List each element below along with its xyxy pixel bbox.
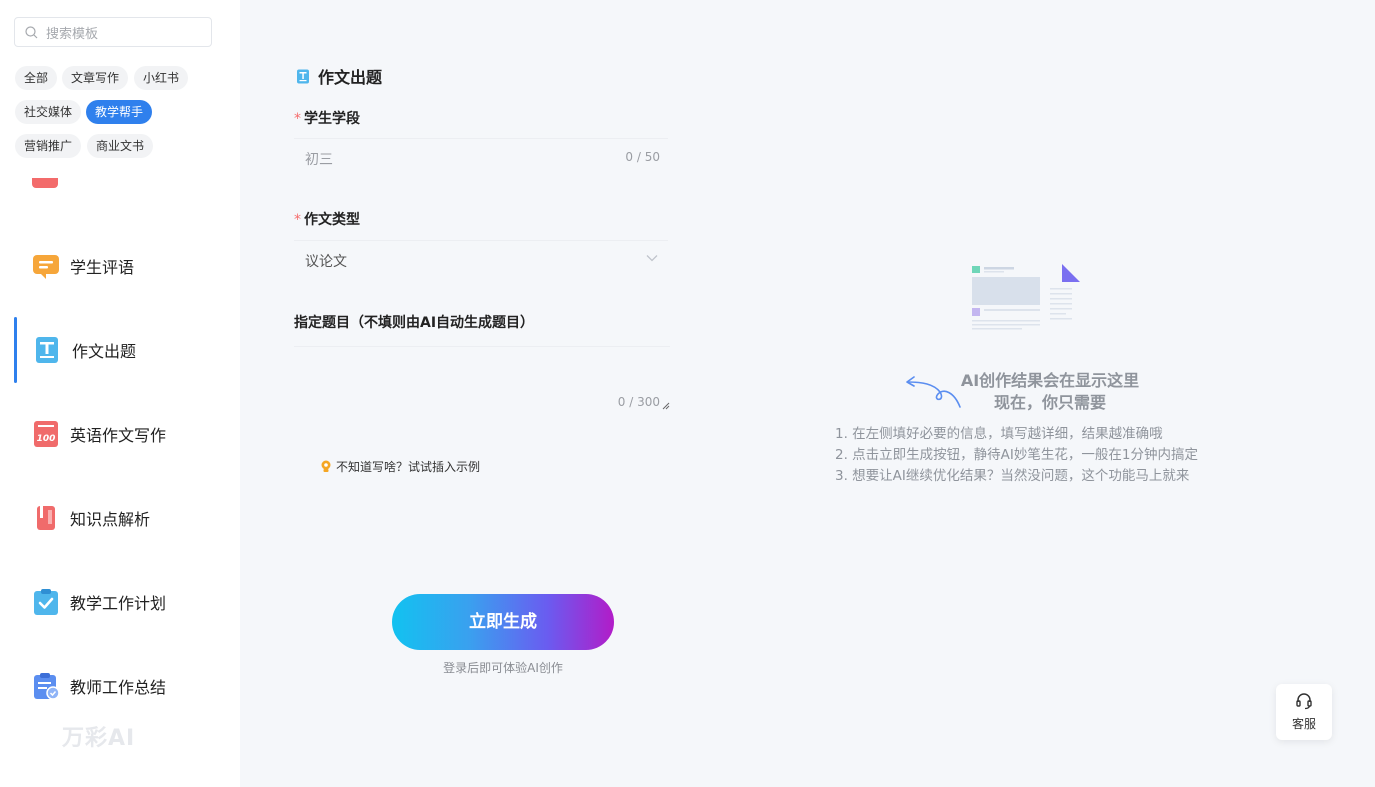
tag-article-writing[interactable]: 文章写作 [62,66,129,90]
tag-business-docs[interactable]: 商业文书 [87,134,154,158]
service-label: 客服 [1291,717,1316,731]
app-window: 搜索模板 全部 文章写作 小红书 社交媒体 教学帮手 营销推广 商业文书 学生评… [0,0,1375,787]
stage-char-count: 0 / 50 [625,150,660,164]
notebook-icon [37,506,55,530]
active-indicator [14,317,17,383]
chevron-down-icon [646,255,658,262]
tool-english-essay[interactable]: 100 英语作文写作 [0,404,240,464]
topic-label: 指定题目（不填则由AI自动生成题目） [294,315,535,331]
headset-icon [1296,693,1312,710]
insert-example-text: 不知道写啥？试试插入示例 [336,460,481,474]
tip-item: 3. 想要让AI继续优化结果？当然没问题，这个功能马上就来 [835,468,1190,484]
login-tip: 登录后即可体验AI创作 [443,661,563,675]
tool-label: 作文出题 [72,342,137,361]
form-title: 作文出题 [296,64,382,88]
search-input[interactable]: 搜索模板 [14,17,212,47]
result-title-line2: 现在，你只需要 [993,393,1106,412]
tool-essay-topic[interactable]: 作文出题 [0,317,240,383]
topic-textarea[interactable]: 0 / 300 [294,346,670,412]
essay-icon [36,337,58,363]
lightbulb-icon [321,460,331,472]
result-title-line1: AI创作结果会在显示这里 [960,371,1140,390]
search-placeholder: 搜索模板 [46,26,99,42]
tool-teaching-plan[interactable]: 教学工作计划 [0,572,240,632]
result-panel [696,24,1356,714]
result-tips: 1. 在左侧填好必要的信息，填写越详细，结果越准确哦 2. 点击立即生成按钮，静… [835,424,1198,487]
essay-icon [297,69,309,83]
form-title-text: 作文出题 [318,68,383,87]
summary-icon [34,673,60,700]
tag-marketing[interactable]: 营销推广 [15,134,82,158]
tool-knowledge-analysis[interactable]: 知识点解析 [0,488,240,548]
tag-xiaohongshu[interactable]: 小红书 [134,66,189,90]
stage-label-text: 学生学段 [304,111,360,127]
customer-service-button[interactable]: 客服 [1276,684,1332,740]
search-icon [25,25,38,38]
partial-icon [32,178,58,188]
type-select[interactable]: 议论文 [294,240,668,278]
generate-button[interactable]: 立即生成 [392,594,614,650]
tool-student-comment[interactable]: 学生评语 [0,236,240,296]
tip-item: 2. 点击立即生成按钮，静待AI妙笔生花，一般在1分钟内搞定 [835,447,1198,463]
required-mark: * [294,212,301,228]
brand-logo: 万彩AI [62,726,136,751]
template-sidebar: 搜索模板 全部 文章写作 小红书 社交媒体 教学帮手 营销推广 商业文书 学生评… [0,0,240,787]
type-label-text: 作文类型 [304,212,360,228]
tool-label: 学生评语 [70,258,135,277]
tool-label: 英语作文写作 [70,426,167,445]
tool-label: 教学工作计划 [70,594,167,613]
tool-label: 教师工作总结 [70,678,167,697]
required-mark: * [294,111,301,127]
stage-placeholder: 初三 [305,152,333,168]
document-illustration [972,264,1080,330]
type-select-value: 议论文 [305,254,347,270]
tool-label: 知识点解析 [70,510,151,529]
tag-teaching-helper[interactable]: 教学帮手 [86,100,153,124]
result-placeholder-title: AI创作结果会在显示这里 现在，你只需要 [940,370,1160,414]
tag-social-media[interactable]: 社交媒体 [15,100,82,124]
comment-icon [33,255,59,279]
score-100-icon: 100 [34,421,58,447]
insert-example-link[interactable]: 不知道写啥？试试插入示例 [320,458,480,475]
resize-grip-icon[interactable] [662,402,670,410]
svg-text:100: 100 [37,434,56,444]
stage-input[interactable]: 初三 0 / 50 [294,138,668,176]
stage-label: * 学生学段 [294,108,360,128]
tool-teacher-summary[interactable]: 教师工作总结 [0,656,240,716]
checklist-icon [34,589,58,615]
type-label: * 作文类型 [294,209,360,229]
topic-char-count: 0 / 300 [617,395,660,409]
tip-item: 1. 在左侧填好必要的信息，填写越详细，结果越准确哦 [835,426,1163,442]
tag-all[interactable]: 全部 [15,66,58,90]
